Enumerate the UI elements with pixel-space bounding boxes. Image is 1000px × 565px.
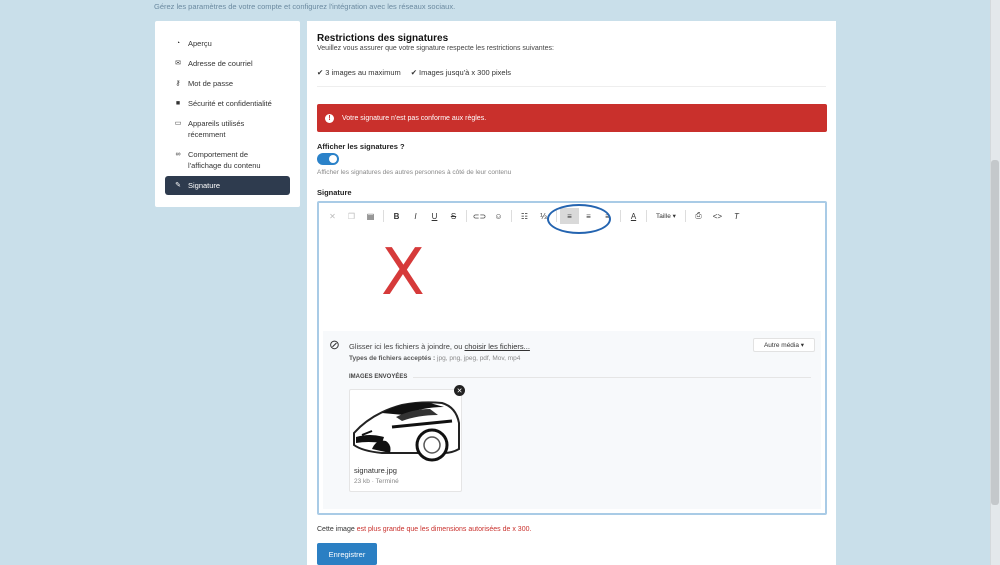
uploaded-images-label: IMAGES ENVOYÉES	[349, 374, 414, 380]
bold-icon[interactable]: B	[387, 208, 406, 224]
key-icon: ⚷	[175, 80, 181, 87]
toolbar-separator	[383, 210, 384, 222]
drop-zone-label: Glisser ici les fichiers à joindre, ou	[349, 342, 463, 351]
divider	[317, 86, 826, 87]
alignment-highlight-annotation	[547, 204, 611, 234]
red-x-annotation: X	[381, 236, 425, 310]
sidebar-item-label: Mot de passe	[188, 79, 234, 88]
link-icon[interactable]: ⊂⊃	[470, 208, 489, 224]
image-size-error: Cette image est plus grande que les dime…	[317, 526, 531, 533]
emoji-icon[interactable]: ☺	[489, 208, 508, 224]
check-icon: ✔	[317, 68, 324, 77]
save-button[interactable]: Enregistrer	[317, 543, 377, 565]
envelope-icon: ✉	[175, 60, 181, 67]
dashboard-icon: ◔	[175, 40, 181, 47]
choose-files-link[interactable]: choisir les fichiers...	[464, 342, 529, 351]
pencil-icon: ✎	[175, 182, 181, 189]
other-media-label: Autre média	[763, 341, 799, 349]
font-size-label: Taille	[656, 213, 671, 220]
sidebar-item-apercu[interactable]: ◔ Aperçu	[165, 38, 290, 49]
page-scrollbar[interactable]	[990, 0, 1000, 565]
toolbar-separator	[646, 210, 647, 222]
uploaded-image-card[interactable]: signature.jpg 23 kb · Terminé ✕	[349, 385, 465, 492]
scrollbar-thumb[interactable]	[991, 160, 999, 505]
toolbar-separator	[620, 210, 621, 222]
exclamation-icon: !	[325, 113, 334, 123]
divider	[349, 377, 811, 378]
sidebar-item-label: Adresse de courriel	[188, 59, 253, 68]
error-alert: ! Votre signature n'est pas conforme aux…	[317, 104, 827, 132]
sidebar-item-label: Comportement de l'affichage du contenu	[188, 150, 261, 170]
signature-editor[interactable]: ✕ ❐ ▤ B I U S ⊂⊃ ☺ ☷ ⅓ ≡ ≡ ≡ A Taille ▾ …	[317, 201, 827, 515]
show-signatures-help: Afficher les signatures des autres perso…	[317, 169, 512, 176]
editor-toolbar: ✕ ❐ ▤ B I U S ⊂⊃ ☺ ☷ ⅓ ≡ ≡ ≡ A Taille ▾ …	[323, 204, 821, 234]
car-sketch-image	[353, 401, 460, 462]
signature-label: Signature	[317, 188, 352, 197]
preview-icon[interactable]: ⎙	[689, 208, 708, 224]
accepted-types-value: jpg, png, jpeg, pdf, Mov, mp4	[437, 355, 521, 362]
other-media-button[interactable]: Autre média ▾	[753, 338, 815, 352]
accepted-file-types: Types de fichiers acceptés : jpg, png, j…	[349, 355, 520, 362]
rule-label: Images jusqu'à x 300 pixels	[419, 68, 511, 77]
sidebar-item-label: Appareils utilisés récemment	[188, 119, 245, 139]
check-icon: ✔	[410, 68, 418, 77]
sidebar-item-label: Signature	[188, 181, 221, 190]
sidebar-item-content-display[interactable]: ∞ Comportement de l'affichage du contenu	[165, 149, 290, 171]
sidebar-item-signature[interactable]: ✎ Signature	[165, 176, 290, 195]
clear-format-icon[interactable]: T	[727, 208, 746, 224]
restrictions-title: Restrictions des signatures	[317, 33, 449, 44]
show-signatures-label: Afficher les signatures ?	[317, 142, 405, 151]
paste-icon[interactable]: ▤	[361, 208, 380, 224]
accepted-types-label: Types de fichiers acceptés :	[349, 355, 436, 362]
restrictions-description: Veuillez vous assurer que votre signatur…	[317, 45, 554, 52]
text-color-icon[interactable]: A	[624, 208, 643, 224]
sidebar-item-label: Aperçu	[188, 39, 212, 48]
error-prefix: Cette image	[317, 526, 355, 533]
link-icon: ∞	[175, 151, 181, 158]
toolbar-separator	[511, 210, 512, 222]
underline-icon[interactable]: U	[425, 208, 444, 224]
source-code-icon[interactable]: <>	[708, 208, 727, 224]
settings-sidebar: ◔ Aperçu ✉ Adresse de courriel ⚷ Mot de …	[155, 21, 300, 207]
attachments-area[interactable]: ⊘ Glisser ici les fichiers à joindre, ou…	[323, 331, 821, 509]
remove-image-button[interactable]: ✕	[454, 385, 465, 396]
copy-icon[interactable]: ❐	[342, 208, 361, 224]
lock-icon: ■	[175, 100, 181, 107]
laptop-icon: ▭	[174, 120, 182, 127]
bullet-list-icon[interactable]: ☷	[515, 208, 534, 224]
file-meta: 23 kb · Terminé	[354, 478, 399, 485]
sidebar-item-password[interactable]: ⚷ Mot de passe	[165, 78, 290, 89]
toolbar-separator	[684, 210, 686, 222]
rule-max-size: ✔ Images jusqu'à x 300 pixels	[411, 68, 511, 77]
rule-label: 3 images au maximum	[325, 68, 401, 77]
cut-icon[interactable]: ✕	[323, 208, 342, 224]
toggle-knob	[329, 155, 337, 163]
sidebar-item-label: Sécurité et confidentialité	[188, 99, 272, 108]
signature-settings-panel: Restrictions des signatures Veuillez vou…	[307, 21, 836, 565]
rule-max-images: ✔ 3 images au maximum	[317, 68, 401, 77]
italic-icon[interactable]: I	[406, 208, 425, 224]
font-size-dropdown[interactable]: Taille ▾	[650, 212, 682, 220]
strikethrough-icon[interactable]: S	[444, 208, 463, 224]
sidebar-item-devices[interactable]: ▭ Appareils utilisés récemment	[165, 118, 290, 140]
alert-message: Votre signature n'est pas conforme aux r…	[342, 114, 487, 122]
error-rest: est plus grande que les dimensions autor…	[356, 526, 532, 533]
file-name: signature.jpg	[354, 466, 397, 475]
restrictions-list: ✔ 3 images au maximum ✔ Images jusqu'à x 3…	[317, 68, 511, 77]
toolbar-separator	[466, 210, 467, 222]
page-subtitle: Gérez les paramètres de votre compte et …	[154, 2, 456, 11]
sidebar-item-security[interactable]: ■ Sécurité et confidentialité	[165, 98, 290, 109]
paperclip-icon: ⊘	[329, 337, 340, 352]
sidebar-item-email[interactable]: ✉ Adresse de courriel	[165, 58, 290, 69]
show-signatures-toggle[interactable]	[317, 153, 339, 165]
drop-zone-text: Glisser ici les fichiers à joindre, ou c…	[349, 342, 530, 351]
